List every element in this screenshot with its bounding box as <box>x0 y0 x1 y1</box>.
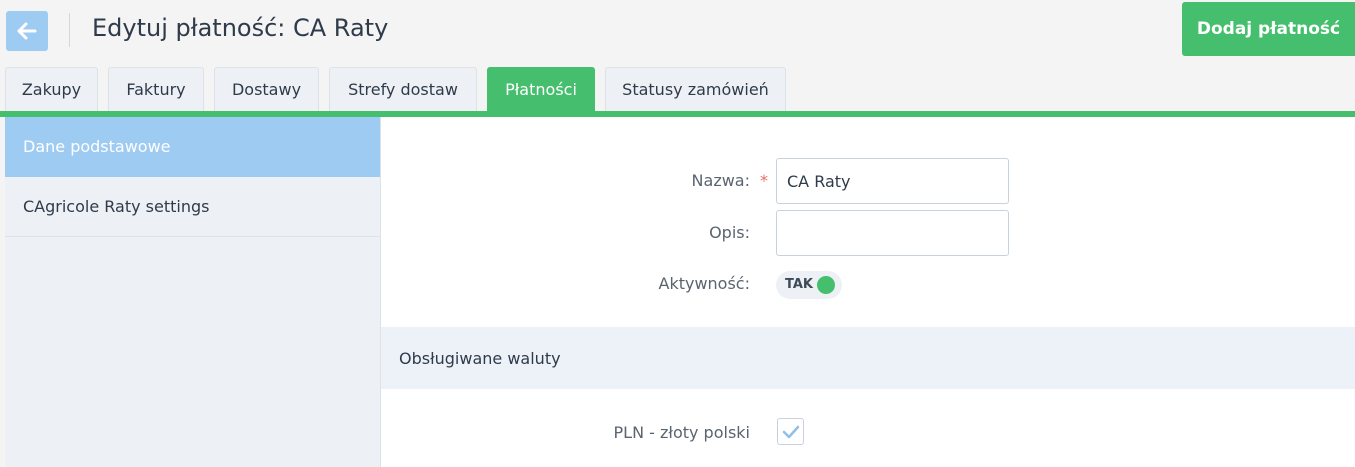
description-field[interactable] <box>776 210 1009 256</box>
active-label: Aktywność: <box>658 274 751 293</box>
arrow-left-icon <box>17 22 37 40</box>
header: Edytuj płatność: CA Raty Dodaj płatność <box>0 0 1355 62</box>
tab-platnosci[interactable]: Płatności <box>487 67 595 111</box>
sidebar-item-dane-podstawowe[interactable]: Dane podstawowe <box>5 117 380 177</box>
checkmark-icon <box>782 425 799 438</box>
active-toggle[interactable]: TAK <box>776 271 842 299</box>
tab-statusy-zamowien[interactable]: Statusy zamówień <box>605 67 786 111</box>
required-mark: * <box>760 171 768 190</box>
toggle-state-text: TAK <box>785 277 813 292</box>
toggle-knob <box>817 276 835 294</box>
currencies-section-header: Obsługiwane waluty <box>381 327 1355 389</box>
tab-dostawy[interactable]: Dostawy <box>214 67 319 111</box>
main-content: Nazwa: * CA Raty Opis: Aktywność: TAK Ob… <box>381 117 1355 467</box>
page: Edytuj płatność: CA Raty Dodaj płatność … <box>0 0 1355 467</box>
page-title: Edytuj płatność: CA Raty <box>92 14 389 42</box>
sidebar-item-cagricole-raty-settings[interactable]: CAgricole Raty settings <box>5 177 380 237</box>
description-label: Opis: <box>709 223 750 242</box>
tab-bar: Zakupy Faktury Dostawy Strefy dostaw Pła… <box>0 67 1355 111</box>
currency-pln-label: PLN - złoty polski <box>613 423 750 442</box>
currency-pln-checkbox[interactable] <box>777 418 804 445</box>
back-button[interactable] <box>6 11 48 51</box>
tab-faktury[interactable]: Faktury <box>108 67 204 111</box>
header-divider <box>69 13 70 47</box>
add-payment-button[interactable]: Dodaj płatność <box>1182 2 1355 56</box>
name-field[interactable]: CA Raty <box>776 158 1009 204</box>
name-label: Nazwa: <box>691 171 750 190</box>
sidebar: Dane podstawowe CAgricole Raty settings <box>5 117 381 467</box>
tab-zakupy[interactable]: Zakupy <box>5 67 98 111</box>
tab-strefy-dostaw[interactable]: Strefy dostaw <box>329 67 477 111</box>
